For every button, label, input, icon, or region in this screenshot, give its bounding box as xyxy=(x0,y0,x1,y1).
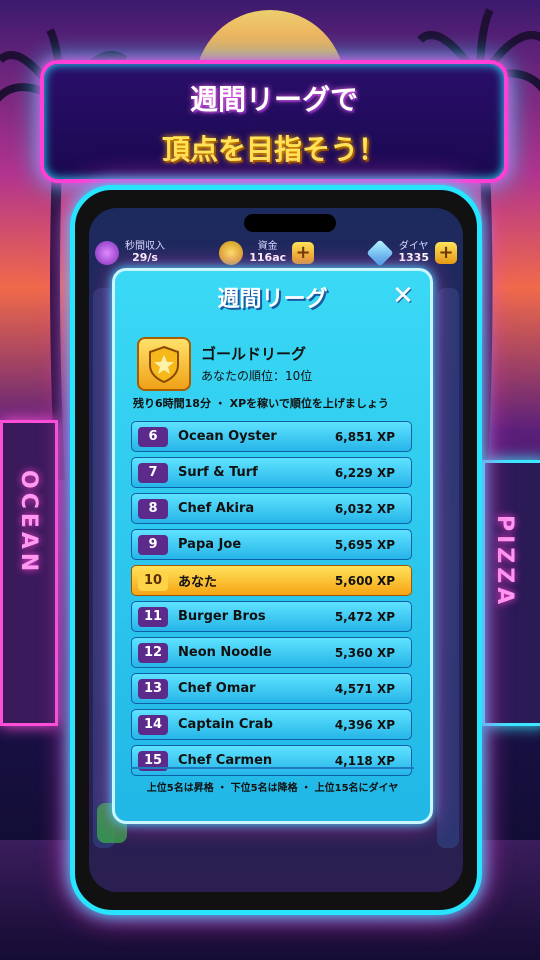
ocean-sign: OCEAN xyxy=(16,470,41,576)
add-funds-button[interactable]: + xyxy=(292,242,315,264)
player-xp: 5,472 XP xyxy=(334,609,395,624)
player-xp: 5,695 XP xyxy=(334,537,395,552)
leaderboard-row[interactable]: 12 Neon Noodle 5,360 XP xyxy=(131,637,412,668)
leaderboard-row[interactable]: 7 Surf & Turf 6,229 XP xyxy=(131,457,412,488)
close-button[interactable]: ✕ xyxy=(390,283,416,309)
phone-notch xyxy=(244,214,336,232)
rank-number: 9 xyxy=(138,534,168,555)
player-xp: 6,851 XP xyxy=(334,429,395,444)
background-panel-right xyxy=(437,288,459,848)
rank-number: 12 xyxy=(138,642,168,663)
player-xp: 6,229 XP xyxy=(334,465,395,480)
player-name: Burger Bros xyxy=(178,609,266,624)
leaderboard-list: 6 Ocean Oyster 6,851 XP 7 Surf & Turf 6,229 X… xyxy=(131,421,412,781)
rank-number: 6 xyxy=(138,426,168,447)
player-xp: 4,396 XP xyxy=(334,717,395,732)
rank-number: 10 xyxy=(138,570,168,591)
coin-icon xyxy=(219,241,244,265)
leaderboard-row-you[interactable]: 10 あなた 5,600 XP xyxy=(131,565,412,596)
rank-number: 13 xyxy=(138,678,168,699)
funds-stat: 資金 116ac + xyxy=(219,241,315,265)
leaderboard-row[interactable]: 8 Chef Akira 6,032 XP xyxy=(131,493,412,524)
player-name: Chef Akira xyxy=(178,501,255,516)
player-xp: 5,600 XP xyxy=(334,573,395,588)
funds-value: 116ac xyxy=(249,251,287,265)
rank-number: 14 xyxy=(138,714,168,735)
modal-title: 週間リーグ xyxy=(217,287,328,312)
diamond-stat: ダイヤ 1335 + xyxy=(366,239,457,267)
banner-title-line2: 頂点を目指そう！ xyxy=(161,133,386,166)
leaderboard-row[interactable]: 13 Chef Omar 4,571 XP xyxy=(131,673,412,704)
player-xp: 5,360 XP xyxy=(334,645,395,660)
player-name: Chef Omar xyxy=(178,681,256,696)
rank-number: 8 xyxy=(138,498,168,519)
leaderboard-row[interactable]: 15 Chef Carmen 4,118 XP xyxy=(131,745,412,776)
income-value: 29/s xyxy=(132,251,158,265)
league-name: ゴールドリーグ xyxy=(201,345,307,363)
diamond-icon xyxy=(366,239,394,267)
income-icon xyxy=(95,241,119,265)
leaderboard-row[interactable]: 9 Papa Joe 5,695 XP xyxy=(131,529,412,560)
your-rank: あなたの順位：10位 xyxy=(201,369,313,383)
weekly-league-modal: 週間リーグ ✕ ゴールドリーグ あなたの順位：10位 残り6時間18分 ・ XP… xyxy=(112,268,433,824)
player-xp: 4,118 XP xyxy=(334,753,395,768)
league-rules-note: 上位5名は昇格 ・ 下位5名は降格 ・ 上位15名にダイヤ xyxy=(146,783,399,794)
leaderboard-row[interactable]: 11 Burger Bros 5,472 XP xyxy=(131,601,412,632)
time-remaining: 残り6時間18分 ・ XPを稼いで順位を上げましょう xyxy=(133,397,389,410)
promo-banner: 週間リーグで 頂点を目指そう！ xyxy=(40,60,508,183)
gold-shield-icon xyxy=(137,337,191,391)
leaderboard-row[interactable]: 14 Captain Crab 4,396 XP xyxy=(131,709,412,740)
player-name: Chef Carmen xyxy=(178,753,273,768)
player-name: Captain Crab xyxy=(178,717,273,732)
pizza-sign: PIZZA xyxy=(492,515,517,609)
banner-title-line1: 週間リーグで xyxy=(189,83,358,116)
diamond-value: 1335 xyxy=(398,251,429,265)
player-name: Ocean Oyster xyxy=(178,429,277,444)
player-name: Surf & Turf xyxy=(178,465,258,480)
player-name: Neon Noodle xyxy=(178,645,272,660)
divider xyxy=(131,767,414,769)
player-name: あなた xyxy=(178,575,218,590)
rank-number: 11 xyxy=(138,606,168,627)
leaderboard-row[interactable]: 6 Ocean Oyster 6,851 XP xyxy=(131,421,412,452)
player-xp: 6,032 XP xyxy=(334,501,395,516)
player-name: Papa Joe xyxy=(178,537,242,552)
rank-number: 7 xyxy=(138,462,168,483)
add-diamond-button[interactable]: + xyxy=(435,242,457,264)
player-xp: 4,571 XP xyxy=(334,681,395,696)
income-stat: 秒間収入 29/s xyxy=(95,241,165,265)
